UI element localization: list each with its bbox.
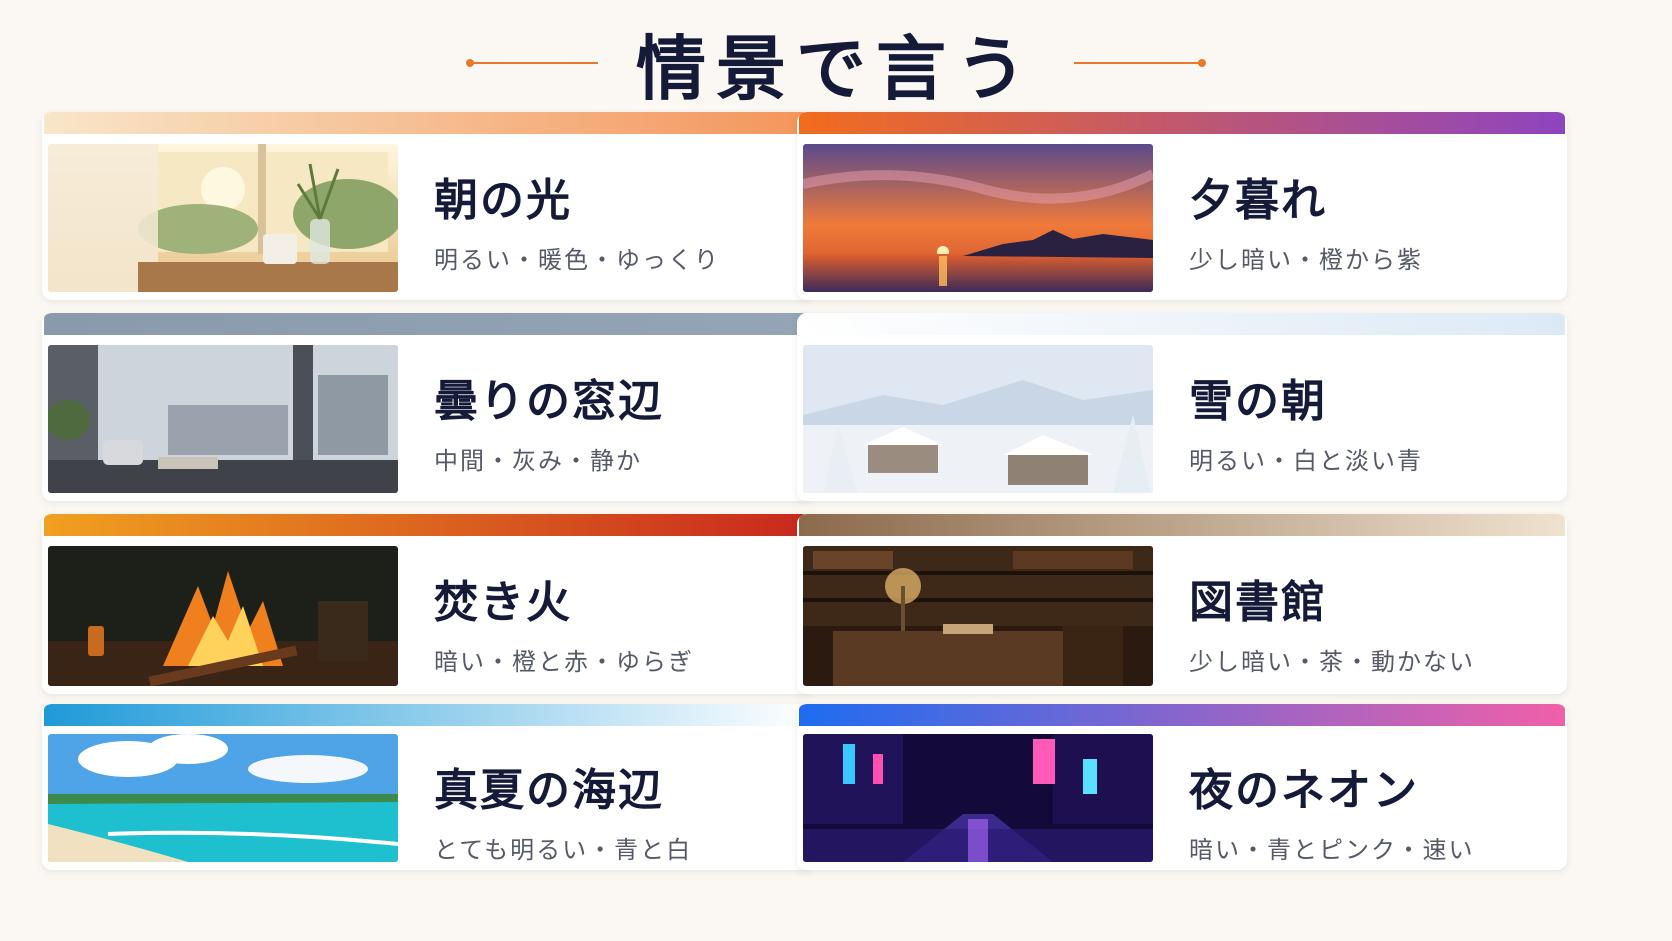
page-title: 情景で言う [636,26,1036,110]
scene-title: 真夏の海辺 [434,765,664,816]
scene-card-cloudy-window[interactable]: 曇りの窓辺 中間・灰み・静か [42,313,812,501]
color-bar [44,704,810,726]
scene-description: 少し暗い・茶・動かない [1189,648,1475,676]
morning-window-image [48,144,398,292]
scene-description: 暗い・青とピンク・速い [1189,836,1475,864]
scene-description: 明るい・暖色・ゆっくり [434,246,720,274]
scene-description: 明るい・白と淡い青 [1189,447,1423,475]
sunset-sea-image [803,144,1153,292]
scene-card-snowy-morning[interactable]: 雪の朝 明るい・白と淡い青 [797,313,1567,501]
title-decoration-right [1074,59,1206,67]
color-bar [799,112,1565,134]
scene-card-morning-light[interactable]: 朝の光 明るい・暖色・ゆっくり [42,112,812,300]
scene-card-bonfire[interactable]: 焚き火 暗い・橙と赤・ゆらぎ [42,514,812,694]
scene-title: 焚き火 [434,577,572,628]
scene-card-summer-beach[interactable]: 真夏の海辺 とても明るい・青と白 [42,704,812,870]
neon-street-image [803,734,1153,862]
scene-title: 雪の朝 [1189,376,1327,427]
campfire-image [48,546,398,686]
color-bar [799,514,1565,536]
scene-title: 図書館 [1189,577,1327,628]
scene-card-library[interactable]: 図書館 少し暗い・茶・動かない [797,514,1567,694]
title-decoration-left [466,59,598,67]
color-bar [44,112,810,134]
cloudy-window-image [48,345,398,493]
scene-title: 朝の光 [434,175,572,226]
scene-description: 少し暗い・橙から紫 [1189,246,1423,274]
snowy-town-image [803,345,1153,493]
scene-title: 夕暮れ [1189,175,1327,226]
scene-card-dusk[interactable]: 夕暮れ 少し暗い・橙から紫 [797,112,1567,300]
color-bar [44,313,810,335]
scene-description: 中間・灰み・静か [434,447,642,475]
summer-beach-image [48,734,398,862]
color-bar [799,313,1565,335]
scene-title: 夜のネオン [1189,765,1419,816]
scene-description: とても明るい・青と白 [434,836,693,864]
scene-card-neon-night[interactable]: 夜のネオン 暗い・青とピンク・速い [797,704,1567,870]
library-image [803,546,1153,686]
color-bar [44,514,810,536]
header: 情景で言う [0,18,1672,110]
color-bar [799,704,1565,726]
scene-title: 曇りの窓辺 [434,376,664,427]
scene-description: 暗い・橙と赤・ゆらぎ [434,648,694,676]
